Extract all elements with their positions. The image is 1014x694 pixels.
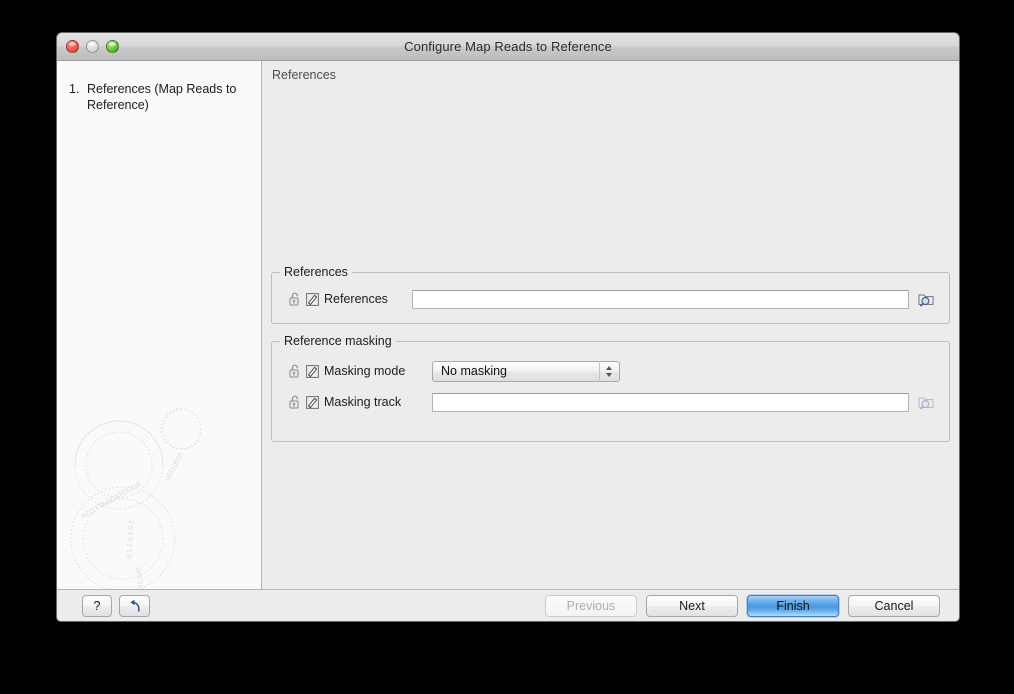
dialog-button-bar: ? Previous Next Finish Cancel [57,589,959,622]
references-group-title: References [280,265,352,279]
pencil-icon[interactable] [306,396,319,409]
svg-text:0 1 1 0 1 0 1: 0 1 1 0 1 0 1 [126,520,136,559]
masking-mode-value: No masking [441,364,507,378]
svg-text:00110010: 00110010 [165,452,186,482]
lock-open-icon[interactable] [289,395,301,409]
masking-track-input[interactable] [432,393,909,412]
masking-mode-select[interactable]: No masking [432,361,620,382]
page-title: References [272,68,336,82]
undo-arrow-icon [128,599,142,613]
help-button[interactable]: ? [82,595,112,617]
sidebar-item-references[interactable]: 1. References (Map Reads to Reference) [69,81,251,113]
lock-open-icon[interactable] [289,364,301,378]
reference-masking-group: Reference masking M [271,341,950,442]
masking-mode-row: Masking mode No masking [272,360,949,382]
masking-track-browse-button [917,393,935,411]
masking-track-row: Masking track [272,391,949,413]
reset-button[interactable] [119,595,150,617]
references-label: References [324,292,412,306]
references-group: References Referenc [271,272,950,324]
reference-masking-group-title: Reference masking [280,334,396,348]
masking-mode-label: Masking mode [324,364,432,378]
step-label: References (Map Reads to Reference) [87,81,251,113]
next-button[interactable]: Next [646,595,738,617]
clc-spiral-watermark: 00110010 0 1 1 0 1 0 1 ACGTTAGCATCGGA GT… [57,407,243,589]
step-number: 1. [69,81,87,113]
pencil-icon[interactable] [306,293,319,306]
screen: Configure Map Reads to Reference 1. Refe… [0,0,1014,694]
wizard-step-sidebar: 1. References (Map Reads to Reference) [57,61,262,589]
references-input[interactable] [412,290,909,309]
masking-track-label: Masking track [324,395,432,409]
dialog-body: 1. References (Map Reads to Reference) [57,61,959,589]
previous-button: Previous [545,595,637,617]
window-title: Configure Map Reads to Reference [57,33,959,60]
wizard-page: References References [262,61,959,589]
finish-button[interactable]: Finish [747,595,839,617]
svg-text:ACGTTAGCATCGGA: ACGTTAGCATCGGA [81,481,143,521]
references-browse-button[interactable] [917,290,935,308]
wizard-step-list: 1. References (Map Reads to Reference) [57,61,261,113]
browse-folder-search-icon [917,393,935,411]
pencil-icon[interactable] [306,365,319,378]
dialog-window: Configure Map Reads to Reference 1. Refe… [56,32,960,622]
lock-open-icon[interactable] [289,292,301,306]
window-titlebar[interactable]: Configure Map Reads to Reference [57,33,959,61]
svg-text:GTCAAT: GTCAAT [135,564,147,589]
browse-folder-search-icon [917,290,935,308]
stepper-arrows-icon [599,361,619,382]
references-row: References [272,288,949,310]
cancel-button[interactable]: Cancel [848,595,940,617]
